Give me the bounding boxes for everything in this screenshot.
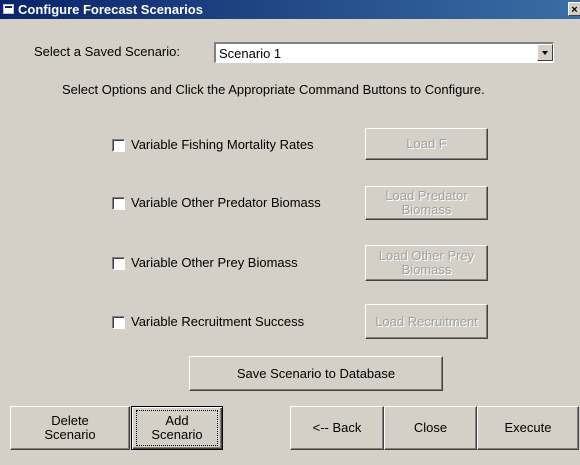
load-predator-biomass-label-line1: Load Predator: [385, 188, 468, 203]
load-recruitment-button[interactable]: Load Recruitment: [365, 304, 488, 339]
load-other-prey-biomass-button[interactable]: Load Other Prey Biomass: [365, 245, 488, 281]
app-icon: [3, 4, 14, 14]
select-scenario-label: Select a Saved Scenario:: [34, 44, 180, 59]
window-title: Configure Forecast Scenarios: [18, 2, 203, 17]
scenario-select[interactable]: Scenario 1: [214, 42, 554, 63]
fishing-mortality-checkbox[interactable]: [112, 139, 125, 152]
focus-ring: [136, 410, 218, 446]
back-button-label: <-- Back: [312, 420, 362, 435]
prey-biomass-label: Variable Other Prey Biomass: [131, 255, 298, 270]
save-scenario-button-label: Save Scenario to Database: [236, 365, 396, 381]
recruitment-success-checkbox[interactable]: [112, 316, 125, 329]
load-other-prey-label-line2: Biomass: [401, 262, 452, 277]
predator-biomass-checkbox[interactable]: [112, 197, 125, 210]
close-button-label: Close: [413, 420, 448, 435]
configure-forecast-window: Configure Forecast Scenarios × Select a …: [0, 0, 580, 465]
close-button[interactable]: Close: [384, 406, 477, 450]
title-bar: Configure Forecast Scenarios ×: [0, 0, 580, 19]
instruction-text: Select Options and Click the Appropriate…: [62, 82, 485, 97]
load-f-button[interactable]: Load F: [365, 128, 488, 160]
execute-button-label: Execute: [504, 420, 552, 435]
back-button[interactable]: <-- Back: [290, 406, 384, 450]
recruitment-success-label: Variable Recruitment Success: [131, 314, 305, 329]
load-recruitment-button-label: Load Recruitment: [375, 313, 478, 329]
fishing-mortality-label: Variable Fishing Mortality Rates: [131, 137, 314, 152]
load-predator-biomass-button[interactable]: Load Predator Biomass: [365, 186, 488, 220]
delete-scenario-label-line2: Scenario: [44, 427, 96, 442]
execute-button[interactable]: Execute: [477, 406, 579, 450]
save-scenario-button[interactable]: Save Scenario to Database: [189, 356, 443, 391]
load-predator-biomass-label-line2: Biomass: [401, 202, 452, 217]
delete-scenario-button[interactable]: Delete Scenario: [10, 406, 130, 450]
scenario-select-value: Scenario 1: [219, 46, 282, 61]
load-f-button-label: Load F: [406, 136, 447, 151]
close-icon[interactable]: ×: [568, 2, 580, 16]
delete-scenario-label-line1: Delete: [51, 413, 89, 428]
load-other-prey-label-line1: Load Other Prey: [378, 248, 475, 263]
add-scenario-button[interactable]: Add Scenario: [131, 406, 223, 450]
prey-biomass-checkbox[interactable]: [112, 257, 125, 270]
chevron-down-icon[interactable]: [537, 44, 553, 61]
predator-biomass-label: Variable Other Predator Biomass: [131, 195, 321, 210]
